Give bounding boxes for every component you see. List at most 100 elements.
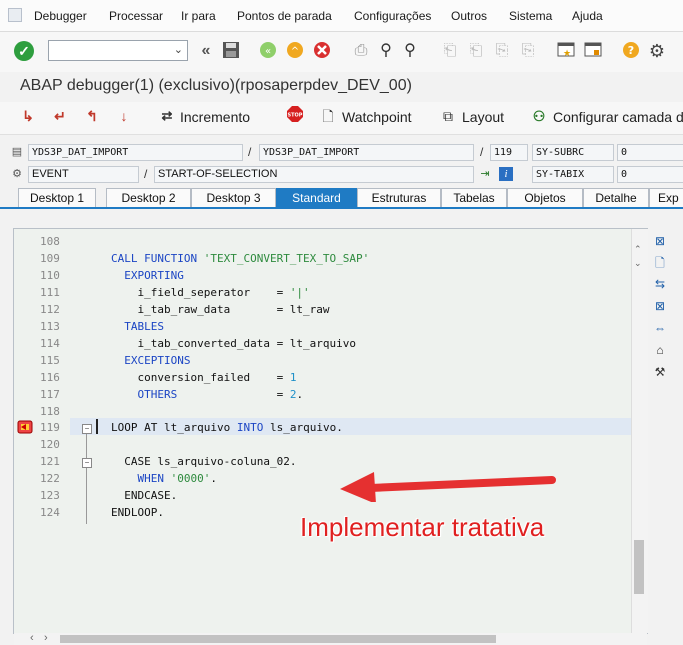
svg-text:^: ^	[291, 46, 299, 57]
sysvar-name-1: SY-SUBRC	[532, 144, 614, 161]
layout-icon[interactable]: ⧉	[438, 106, 458, 126]
step-over-icon[interactable]: ↵	[50, 106, 70, 126]
breakpoint-icon[interactable]	[17, 420, 33, 434]
nav-exit-icon[interactable]: ^	[285, 41, 305, 61]
configure-layer-icon[interactable]: ⚇	[529, 106, 549, 126]
tab-standard[interactable]: Standard	[276, 188, 357, 207]
first-page-icon[interactable]: ⎗	[440, 41, 460, 61]
continue-icon[interactable]: ↓	[114, 106, 134, 126]
step-return-icon[interactable]: ↰	[82, 106, 102, 126]
tab-exp[interactable]: Exp	[649, 188, 683, 207]
menu-outros[interactable]: Outros	[451, 9, 487, 23]
new-session-icon[interactable]: ★	[556, 41, 576, 61]
settings-icon[interactable]: ⚙	[647, 41, 667, 61]
menu-grip-icon[interactable]	[8, 8, 22, 22]
code-line: EXCEPTIONS	[124, 354, 191, 367]
enter-icon[interactable]: ✓	[14, 41, 34, 61]
back-icon[interactable]: «	[196, 41, 216, 61]
document-icon[interactable]: 🗋	[318, 106, 338, 126]
navigate-icon[interactable]: ⇥	[478, 167, 492, 181]
code-line: CASE ls_arquivo-coluna_02.	[124, 455, 297, 468]
vertical-scroll-thumb[interactable]	[634, 540, 644, 594]
svg-text:★: ★	[563, 49, 571, 59]
last-page-icon[interactable]: ⎘	[518, 41, 538, 61]
fold-toggle-icon[interactable]: −	[82, 458, 92, 468]
sysvar-value-2: 0	[617, 166, 683, 183]
cancel-icon[interactable]	[312, 41, 332, 61]
step-into-icon[interactable]: ↳	[18, 106, 38, 126]
watchpoint-button[interactable]: Watchpoint	[342, 108, 412, 128]
menu-pontos-de-parada[interactable]: Pontos de parada	[237, 9, 332, 23]
tab-estruturas[interactable]: Estruturas	[357, 188, 441, 207]
stop-icon[interactable]: STOP	[285, 106, 305, 126]
tab-tabelas[interactable]: Tabelas	[441, 188, 507, 207]
svg-text:STOP: STOP	[288, 113, 303, 119]
include-field: YDS3P_DAT_IMPORT	[259, 144, 474, 161]
chevron-down-icon[interactable]: ⌄	[174, 43, 183, 56]
debug-tool-icon[interactable]: ⌂	[652, 342, 668, 358]
incremento-button[interactable]: Incremento	[180, 108, 250, 128]
tab-desktop-2[interactable]: Desktop 2	[106, 188, 191, 207]
line-number: 121	[40, 455, 60, 468]
find-icon[interactable]: ⚲	[376, 41, 396, 61]
line-number: 114	[40, 337, 60, 350]
annotation-label: Implementar tratativa	[300, 512, 545, 542]
services-tool-icon[interactable]: ⚒	[652, 364, 668, 380]
print-icon[interactable]: ⎙	[351, 41, 371, 61]
line-number: 109	[40, 252, 60, 265]
menu-sistema[interactable]: Sistema	[509, 9, 552, 23]
find-next-icon[interactable]: ⚲	[400, 41, 420, 61]
menu-ajuda[interactable]: Ajuda	[572, 9, 603, 23]
swap-tool-icon[interactable]: ⇆	[652, 276, 668, 292]
code-line: TABLES	[124, 320, 164, 333]
fold-toggle-icon[interactable]: −	[82, 424, 92, 434]
line-number: 112	[40, 303, 60, 316]
replace-tool-icon[interactable]: ⊠	[652, 298, 668, 314]
separator-slash: /	[480, 145, 484, 159]
code-line: ENDCASE.	[111, 489, 178, 502]
configurar-camada-button[interactable]: Configurar camada d	[553, 108, 683, 128]
layout-button[interactable]: Layout	[462, 108, 504, 128]
horizontal-scroll-thumb[interactable]	[60, 635, 496, 643]
svg-text:«: «	[265, 46, 271, 57]
line-number: 119	[40, 421, 60, 434]
tab-detalhe[interactable]: Detalhe	[583, 188, 649, 207]
scroll-left-icon[interactable]: ‹	[30, 632, 34, 644]
separator-slash: /	[144, 167, 148, 181]
scroll-up-icon[interactable]: ⌃	[634, 244, 642, 255]
text-cursor	[96, 419, 98, 434]
increment-icon[interactable]: ⇄	[157, 106, 177, 126]
code-line: conversion_failed = 1	[111, 371, 297, 384]
tab-objetos[interactable]: Objetos	[507, 188, 583, 207]
code-line: LOOP AT lt_arquivo INTO ls_arquivo.	[111, 421, 343, 434]
help-icon[interactable]: ?	[621, 41, 641, 61]
maximize-tool-icon[interactable]: ⇔	[652, 320, 668, 336]
line-number: 116	[40, 371, 60, 384]
command-field[interactable]: ⌄	[48, 40, 188, 61]
menu-configuracoes[interactable]: Configurações	[354, 9, 431, 23]
menu-debugger[interactable]: Debugger	[34, 9, 87, 23]
scroll-down-icon[interactable]: ⌄	[634, 258, 642, 269]
fold-guide	[86, 434, 87, 524]
svg-text:?: ?	[628, 44, 634, 57]
code-line: i_tab_raw_data = lt_raw	[111, 303, 330, 316]
new-tool-icon[interactable]: 🗋	[652, 255, 668, 271]
line-number-field: 119	[490, 144, 528, 161]
menu-processar[interactable]: Processar	[109, 9, 163, 23]
next-page-icon[interactable]: ⎘	[492, 41, 512, 61]
nav-back-icon[interactable]: «	[258, 41, 278, 61]
tab-desktop-3[interactable]: Desktop 3	[191, 188, 276, 207]
tab-desktop-1[interactable]: Desktop 1	[18, 188, 96, 207]
save-icon[interactable]	[221, 41, 241, 61]
menu-ir-para[interactable]: Ir para	[181, 9, 216, 23]
line-number: 115	[40, 354, 60, 367]
shortcut-icon[interactable]	[583, 41, 603, 61]
line-number: 110	[40, 269, 60, 282]
line-number: 117	[40, 388, 60, 401]
info-icon[interactable]: i	[499, 167, 513, 181]
prev-page-icon[interactable]: ⎗	[466, 41, 486, 61]
scroll-right-icon[interactable]: ›	[44, 632, 48, 644]
program-icon: ▤	[11, 146, 23, 158]
line-number: 113	[40, 320, 60, 333]
close-tool-icon[interactable]: ⊠	[652, 233, 668, 249]
